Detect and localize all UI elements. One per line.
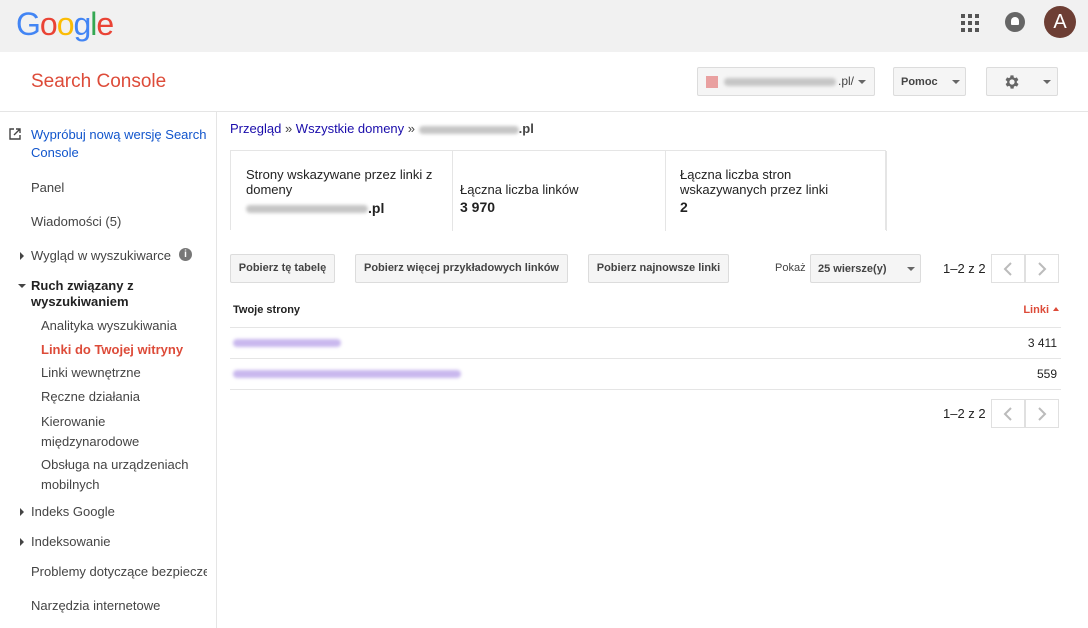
page-url-blurred-link[interactable]: [233, 370, 461, 378]
chevron-down-icon: [858, 80, 866, 84]
sort-ascending-icon[interactable]: [1053, 307, 1059, 311]
apps-grid-icon[interactable]: [961, 14, 979, 32]
logo-letter: o: [56, 6, 75, 42]
try-new-version-label: Wypróbuj nową wersję Search Console: [31, 127, 207, 160]
logo-letter: G: [16, 6, 41, 42]
site-favicon-icon: [706, 76, 718, 88]
download-latest-links-button[interactable]: Pobierz najnowsze linki: [588, 254, 729, 283]
summary-total-links: Łączna liczba linków 3 970: [452, 151, 665, 231]
search-console-header: Search Console .pl/ Pomoc: [0, 52, 1088, 112]
site-url-suffix: .pl/: [838, 74, 855, 88]
chevron-down-icon: [952, 80, 960, 84]
try-new-version-link[interactable]: Wypróbuj nową wersję Search Console: [9, 126, 214, 162]
expand-arrow-icon[interactable]: [20, 252, 24, 260]
sidebar-item-panel[interactable]: Panel: [31, 180, 64, 195]
logo-letter: e: [96, 6, 114, 42]
summary-total-pages-value: 2: [680, 199, 688, 215]
page-title[interactable]: Search Console: [31, 71, 166, 93]
sidebar-item-links-to-site[interactable]: Linki do Twojej witryny: [41, 342, 183, 357]
settings-button[interactable]: [986, 67, 1058, 96]
column-header-pages[interactable]: Twoje strony: [233, 304, 300, 316]
breadcrumb-separator: »: [407, 121, 416, 136]
download-more-links-button[interactable]: Pobierz więcej przykładowych linków: [355, 254, 568, 283]
site-url-blurred: [724, 78, 836, 86]
row-links-count: 559: [1036, 367, 1057, 381]
site-selector[interactable]: .pl/: [697, 67, 875, 96]
avatar[interactable]: A: [1044, 6, 1076, 38]
summary-total-links-value: 3 970: [460, 199, 496, 215]
chevron-down-icon: [1043, 80, 1051, 84]
sidebar-item-search-traffic[interactable]: Ruch związany z wyszukiwaniem: [31, 278, 181, 310]
google-bar: Google A: [0, 0, 1088, 52]
sidebar-item-search-appearance[interactable]: Wygląd w wyszukiwarce: [31, 248, 171, 263]
sidebar-item-security-issues[interactable]: Problemy dotyczące bezpieczeństwa: [31, 564, 207, 579]
breadcrumb-all-domains[interactable]: Wszystkie domeny: [296, 121, 404, 136]
download-table-button[interactable]: Pobierz tę tabelę: [230, 254, 335, 283]
breadcrumb-overview[interactable]: Przegląd: [230, 121, 281, 136]
notifications-bell-icon[interactable]: [1005, 12, 1025, 32]
pager-text: 1–2 z 2: [943, 261, 986, 276]
page-url-blurred-link[interactable]: [233, 339, 341, 347]
sidebar-item-international-targeting[interactable]: Kierowanie międzynarodowe: [41, 412, 161, 452]
table-row: 3 411: [230, 328, 1061, 359]
summary-total-links-caption: Łączna liczba linków: [460, 182, 579, 197]
sidebar: Wypróbuj nową wersję Search Console Pane…: [0, 112, 217, 628]
domain-blurred: [418, 125, 519, 134]
external-link-icon: [9, 128, 21, 140]
help-label: Pomoc: [901, 76, 938, 88]
rows-per-page-label: Pokaż: [775, 262, 806, 274]
logo-letter: g: [73, 6, 91, 42]
summary-total-pages-caption: Łączna liczba stron wskazywanych przez l…: [680, 167, 829, 197]
sidebar-item-internal-links[interactable]: Linki wewnętrzne: [41, 365, 141, 380]
google-logo[interactable]: Google: [16, 6, 114, 43]
sidebar-item-manual-actions[interactable]: Ręczne działania: [41, 389, 140, 404]
sidebar-item-google-index[interactable]: Indeks Google: [31, 504, 115, 519]
expand-arrow-icon[interactable]: [20, 508, 24, 516]
collapse-arrow-icon[interactable]: [18, 284, 26, 288]
prev-page-button-bottom[interactable]: [991, 399, 1025, 428]
chevron-right-icon: [1038, 407, 1047, 421]
column-header-links[interactable]: Linki: [1023, 304, 1049, 316]
rows-per-page-select[interactable]: 25 wiersze(y): [810, 254, 921, 283]
links-summary-panel: Strony wskazywane przez linki z domeny .…: [230, 150, 887, 231]
chevron-left-icon: [1003, 407, 1012, 421]
domain-blurred: [246, 205, 368, 214]
summary-linked-pages-domain: .pl: [246, 200, 384, 216]
sidebar-item-mobile-usability[interactable]: Obsługa na urządzeniach mobilnych: [41, 455, 211, 495]
row-links-count: 3 411: [1027, 336, 1057, 350]
breadcrumb-separator: »: [284, 121, 293, 136]
info-icon[interactable]: i: [179, 248, 192, 261]
chevron-right-icon: [1038, 262, 1047, 276]
sidebar-item-web-tools[interactable]: Narzędzia internetowe: [31, 598, 160, 613]
prev-page-button[interactable]: [991, 254, 1025, 283]
chevron-down-icon: [907, 267, 915, 271]
table-header: Twoje strony Linki: [230, 296, 1061, 328]
breadcrumb: Przegląd » Wszystkie domeny » .pl: [230, 121, 534, 136]
table-row: 559: [230, 359, 1061, 390]
sidebar-item-search-analytics[interactable]: Analityka wyszukiwania: [41, 318, 177, 333]
expand-arrow-icon[interactable]: [20, 538, 24, 546]
logo-letter: o: [39, 6, 58, 42]
gear-icon: [1005, 75, 1019, 89]
breadcrumb-domain-suffix: .pl: [518, 121, 534, 136]
next-page-button-bottom[interactable]: [1025, 399, 1059, 428]
next-page-button[interactable]: [1025, 254, 1059, 283]
rows-per-page-value: 25 wiersze(y): [818, 263, 887, 275]
summary-total-pages: Łączna liczba stron wskazywanych przez l…: [665, 151, 887, 231]
sidebar-item-messages[interactable]: Wiadomości (5): [31, 214, 121, 229]
pager-text-bottom: 1–2 z 2: [943, 406, 986, 421]
chevron-left-icon: [1003, 262, 1012, 276]
summary-linked-pages: Strony wskazywane przez linki z domeny .…: [231, 151, 452, 231]
sidebar-item-crawl[interactable]: Indeksowanie: [31, 534, 111, 549]
help-button[interactable]: Pomoc: [893, 67, 966, 96]
summary-linked-pages-caption: Strony wskazywane przez linki z domeny: [246, 167, 433, 197]
